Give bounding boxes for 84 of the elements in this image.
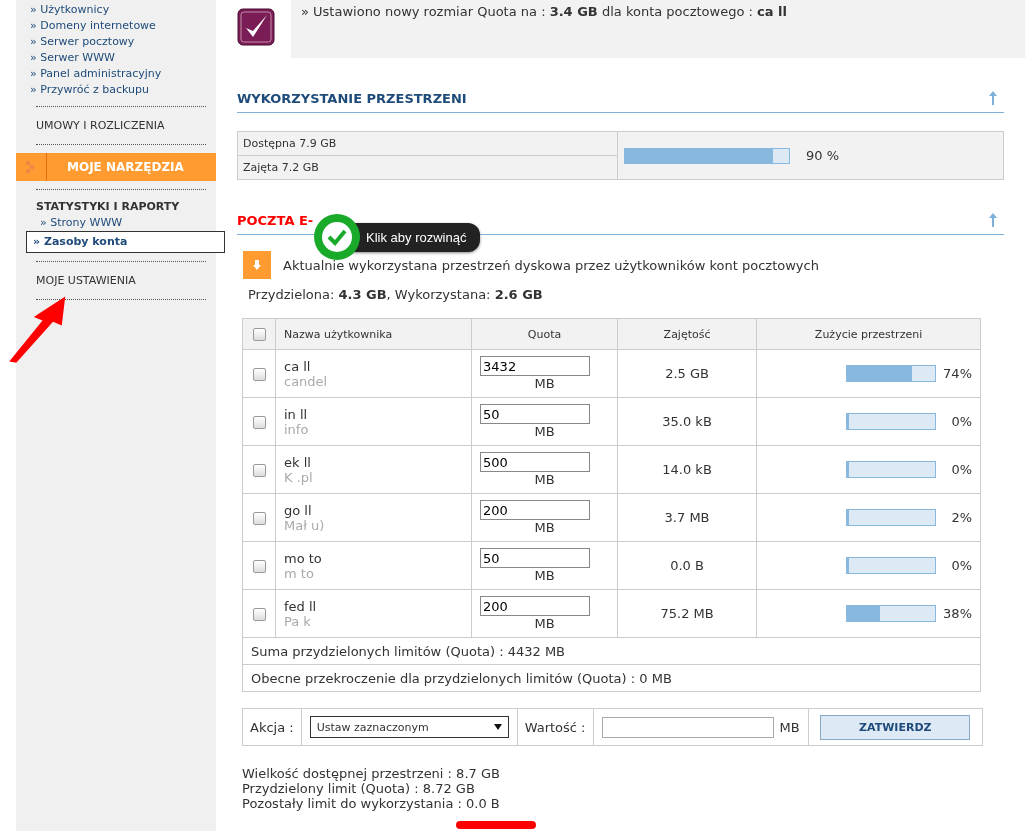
summary-line: Pozostały limit do wykorzystania : 0.0 B bbox=[242, 796, 501, 811]
user-name: info bbox=[284, 421, 310, 437]
table-cell: 2.5 GB bbox=[617, 349, 757, 398]
row-checkbox[interactable] bbox=[252, 368, 266, 381]
usage-percent: 38% bbox=[942, 606, 972, 621]
arrow-down-icon bbox=[253, 260, 261, 270]
usage-row: Dostępna 7.9 GB bbox=[238, 132, 618, 156]
column-header: Nazwa użytkownika bbox=[275, 318, 472, 350]
row-checkbox[interactable] bbox=[252, 608, 266, 621]
caret-icon bbox=[493, 724, 502, 730]
unit-label: MB bbox=[533, 520, 556, 535]
select-all-checkbox[interactable] bbox=[252, 327, 266, 341]
quota-input[interactable]: 200 bbox=[480, 500, 591, 520]
quota-summary: Przydzielona: 4.3 GB, Wykorzystana: 2.6 GB bbox=[248, 287, 544, 302]
user-name: Mał u) bbox=[284, 517, 326, 533]
user-email: ek ll bbox=[284, 454, 312, 470]
usage-percent: 0% bbox=[950, 414, 972, 429]
table-cell: Obecne przekroczenie dla przydzielonych limitów (Quota) : 0 MB bbox=[242, 664, 981, 692]
usage-percent: 0% bbox=[950, 462, 972, 477]
user-email: in ll bbox=[284, 406, 309, 422]
usage-percent: 0% bbox=[950, 558, 972, 573]
sidebar-link[interactable]: » Użytkownicy bbox=[26, 2, 216, 18]
value-label: Wartość : bbox=[517, 709, 594, 745]
row-checkbox[interactable] bbox=[252, 512, 266, 525]
table-cell: 14.0 kB bbox=[617, 445, 757, 494]
sidebar-link[interactable]: » Strony WWW bbox=[26, 215, 216, 231]
sidebar-section[interactable]: UMOWY I ROZLICZENIA bbox=[26, 115, 216, 136]
usage-row: Zajęta 7.2 GB bbox=[238, 156, 618, 179]
sidebar-section[interactable]: MOJE USTAWIENIA bbox=[26, 270, 216, 291]
summary-line: Przydzielony limit (Quota) : 8.72 GB bbox=[242, 781, 476, 796]
user-name: m to bbox=[284, 565, 315, 581]
sidebar-heading: STATYSTYKI I RAPORTY bbox=[35, 199, 181, 215]
usage-percent: 2% bbox=[950, 510, 972, 525]
usage-percent: 90 % bbox=[806, 148, 840, 163]
expand-button[interactable] bbox=[243, 251, 271, 279]
summary-line: Wielkość dostępnej przestrzeni : 8.7 GB bbox=[242, 766, 501, 781]
unit-label: MB bbox=[779, 719, 800, 735]
user-name: K .pl bbox=[284, 469, 314, 485]
table-cell: 3.7 MB bbox=[617, 493, 757, 542]
quota-input[interactable]: 50 bbox=[480, 548, 591, 568]
unit-label: MB bbox=[533, 616, 556, 631]
row-checkbox[interactable] bbox=[252, 464, 266, 477]
sidebar-link[interactable]: » Domeny internetowe bbox=[26, 18, 216, 34]
action-label: Akcja : bbox=[243, 709, 302, 745]
sidebar-link[interactable]: » Przywróć z backupu bbox=[26, 82, 216, 98]
submit-button[interactable]: ZATWIERDZ bbox=[820, 714, 971, 740]
unit-label: MB bbox=[533, 424, 556, 439]
unit-label: MB bbox=[533, 376, 556, 391]
expand-text: Aktualnie wykorzystana przestrzeń dyskowa przez użytkowników kont pocztowych bbox=[283, 257, 819, 273]
table-cell: 75.2 MB bbox=[617, 589, 757, 638]
arrow-up-icon[interactable] bbox=[988, 212, 998, 228]
quota-input[interactable]: 3432 bbox=[480, 356, 591, 376]
quota-input[interactable]: 500 bbox=[480, 452, 591, 472]
row-checkbox[interactable] bbox=[252, 560, 266, 573]
user-email: ca ll bbox=[284, 358, 312, 374]
user-email: go ll bbox=[284, 502, 313, 518]
user-name: Pa k bbox=[284, 613, 312, 629]
quota-input[interactable]: 200 bbox=[480, 596, 591, 616]
table-cell: 35.0 kB bbox=[617, 397, 757, 446]
table-cell: Suma przydzielonych limitów (Quota) : 4432 MB bbox=[242, 637, 981, 665]
sidebar-link[interactable]: » Zasoby konta bbox=[26, 231, 225, 253]
quota-input[interactable]: 50 bbox=[480, 404, 591, 424]
sidebar-link[interactable]: » Serwer pocztowy bbox=[26, 34, 216, 50]
notice-text: » Ustawiono nowy rozmiar Quota na : 3.4 GB dla konta pocztowego : ca ll bbox=[301, 4, 787, 19]
user-email: mo to bbox=[284, 550, 323, 566]
column-header: Quota bbox=[471, 318, 618, 350]
section-title: WYKORZYSTANIE PRZESTRZENI bbox=[237, 90, 467, 106]
section-title: POCZTA E- bbox=[237, 212, 314, 228]
action-select[interactable]: Ustaw zaznaczonym bbox=[309, 716, 509, 738]
row-checkbox[interactable] bbox=[252, 416, 266, 429]
value-input[interactable] bbox=[601, 716, 774, 738]
unit-label: MB bbox=[533, 472, 556, 487]
checkmark-icon bbox=[237, 8, 275, 46]
arrow-up-icon[interactable] bbox=[988, 90, 998, 106]
sidebar-link[interactable]: » Panel administracyjny bbox=[26, 66, 216, 82]
user-name: candel bbox=[284, 373, 329, 389]
unit-label: MB bbox=[533, 568, 556, 583]
user-email: fed ll bbox=[284, 598, 318, 614]
column-header: Zużycie przestrzeni bbox=[756, 318, 981, 350]
usage-percent: 74% bbox=[942, 366, 972, 381]
column-header: Zajętość bbox=[617, 318, 757, 350]
table-cell: 0.0 B bbox=[617, 541, 757, 590]
sidebar-link[interactable]: » Serwer WWW bbox=[26, 50, 216, 66]
checkmark-badge-icon bbox=[312, 212, 362, 262]
